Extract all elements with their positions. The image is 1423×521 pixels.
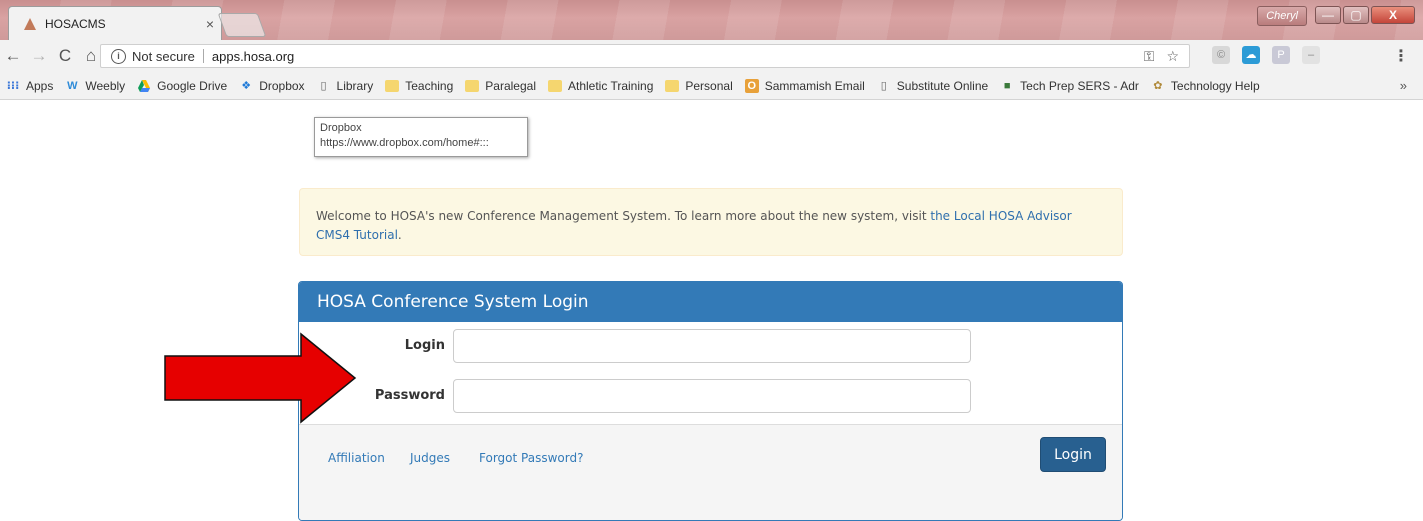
extension-misc-icon[interactable]: – — [1302, 46, 1320, 64]
close-window-button[interactable]: X — [1371, 6, 1415, 24]
page-icon: ▯ — [880, 79, 887, 92]
alert-text: Welcome to HOSA's new Conference Managem… — [316, 209, 931, 223]
bookmark-label: Dropbox — [259, 78, 305, 93]
browser-title-bar: HOSACMS × Cheryl — ▢ X — [0, 0, 1423, 40]
back-arrow-icon[interactable]: ← — [0, 46, 26, 66]
tab-title: HOSACMS — [45, 16, 106, 31]
extension-cloud-icon[interactable]: ☁ — [1242, 46, 1260, 64]
bookmark-label: Athletic Training — [567, 78, 654, 93]
browser-menu-icon[interactable]: ⋮ — [1393, 46, 1409, 66]
security-status[interactable]: Not secure — [132, 49, 195, 64]
omnibox-actions: ⚿ ☆ — [1144, 48, 1189, 65]
affiliation-link[interactable]: Affiliation — [328, 451, 385, 465]
bookmark-label: Sammamish Email — [764, 78, 865, 93]
panel-heading: HOSA Conference System Login — [299, 282, 1122, 322]
info-icon[interactable]: i — [111, 48, 126, 64]
key-icon[interactable]: ⚿ — [1144, 48, 1155, 65]
bookmarks-bar: ⁝⁝⁝ Apps W Weebly Google Drive ❖ Dropbox… — [0, 72, 1423, 100]
new-tab-button[interactable] — [217, 13, 267, 37]
bookmark-label: Teaching — [405, 78, 454, 93]
browser-toolbar: ← → C ⌂ i Not secure apps.hosa.org ⚿ ☆ ©… — [0, 40, 1423, 73]
address-separator — [202, 49, 204, 63]
bookmark-library[interactable]: ▯ Library — [317, 79, 374, 93]
folder-icon — [465, 79, 480, 92]
url-text[interactable]: apps.hosa.org — [212, 49, 294, 64]
tooltip-title: Dropbox — [320, 122, 362, 134]
bookmark-google-drive[interactable]: Google Drive — [137, 79, 227, 93]
bookmark-tooltip: Dropbox https://www.dropbox.com/home#::: — [314, 117, 528, 157]
window-controls: Cheryl — ▢ X — [1257, 6, 1415, 26]
address-bar[interactable]: i Not secure apps.hosa.org ⚿ ☆ — [100, 44, 1190, 68]
bookmark-paralegal[interactable]: Paralegal — [465, 79, 536, 93]
extension-p-icon[interactable]: P — [1272, 46, 1290, 64]
extension-c-icon[interactable]: © — [1212, 46, 1230, 64]
window-user-badge[interactable]: Cheryl — [1257, 6, 1307, 26]
star-icon[interactable]: ☆ — [1166, 48, 1179, 65]
bookmark-label: Apps — [26, 78, 54, 93]
welcome-alert: Welcome to HOSA's new Conference Managem… — [299, 188, 1123, 256]
folder-icon — [547, 79, 562, 92]
forward-arrow-icon[interactable]: → — [26, 46, 52, 66]
bookmark-teaching[interactable]: Teaching — [385, 79, 453, 93]
judges-link[interactable]: Judges — [410, 451, 450, 465]
dropbox-icon: ❖ — [241, 79, 252, 92]
bookmark-label: Substitute Online — [896, 78, 989, 93]
login-panel: HOSA Conference System Login Login Passw… — [298, 281, 1123, 521]
tab-close-icon[interactable]: × — [199, 16, 221, 32]
bookmark-label: Paralegal — [485, 78, 536, 93]
forgot-password-link[interactable]: Forgot Password? — [479, 451, 583, 465]
bookmark-weebly[interactable]: W Weebly — [65, 79, 125, 93]
maximize-button[interactable]: ▢ — [1343, 6, 1369, 24]
tooltip-url: https://www.dropbox.com/home#::: — [320, 137, 489, 149]
extension-icons: © ☁ P – — [1212, 46, 1320, 64]
bookmark-athletic-training[interactable]: Athletic Training — [547, 78, 654, 93]
bookmark-label: Technology Help — [1170, 78, 1260, 93]
login-button[interactable]: Login — [1040, 437, 1106, 472]
apps-grid-icon: ⁝⁝⁝ — [6, 79, 20, 92]
bookmarks-overflow-icon[interactable]: » — [1400, 78, 1407, 93]
folder-icon — [385, 79, 400, 92]
password-input[interactable] — [453, 378, 971, 413]
folder-icon — [665, 79, 680, 92]
page-icon: ▯ — [320, 79, 327, 92]
bookmark-label: Personal — [685, 78, 733, 93]
hosa-favicon-icon — [24, 17, 36, 30]
google-drive-icon — [138, 79, 151, 92]
bookmark-tech-prep-sers[interactable]: ■ Tech Prep SERS - Adr — [1000, 79, 1139, 93]
bookmark-dropbox[interactable]: ❖ Dropbox — [239, 79, 304, 93]
bookmark-label: Weebly — [85, 78, 126, 93]
weebly-icon: W — [67, 79, 78, 92]
bookmark-substitute-online[interactable]: ▯ Substitute Online — [877, 79, 988, 93]
bookmark-personal[interactable]: Personal — [665, 78, 733, 93]
tech-prep-icon: ■ — [1003, 79, 1011, 92]
outlook-icon: O — [744, 78, 759, 93]
bookmark-label: Library — [336, 78, 374, 93]
minimize-button[interactable]: — — [1315, 6, 1341, 24]
reload-icon[interactable]: C — [52, 46, 78, 66]
panel-footer: Affiliation Judges Forgot Password? Logi… — [299, 424, 1122, 520]
bookmark-label: Google Drive — [157, 78, 228, 93]
red-arrow-annotation — [164, 332, 357, 424]
bookmark-sammamish-email[interactable]: O Sammamish Email — [744, 78, 865, 93]
bookmark-apps[interactable]: ⁝⁝⁝ Apps — [6, 78, 54, 93]
technology-help-icon: ✿ — [1153, 79, 1163, 92]
alert-text-end: . — [397, 228, 402, 242]
login-input[interactable] — [453, 328, 971, 363]
browser-tab[interactable]: HOSACMS × — [8, 6, 222, 40]
bookmark-label: Tech Prep SERS - Adr — [1020, 78, 1139, 93]
bookmark-technology-help[interactable]: ✿ Technology Help — [1151, 78, 1260, 93]
